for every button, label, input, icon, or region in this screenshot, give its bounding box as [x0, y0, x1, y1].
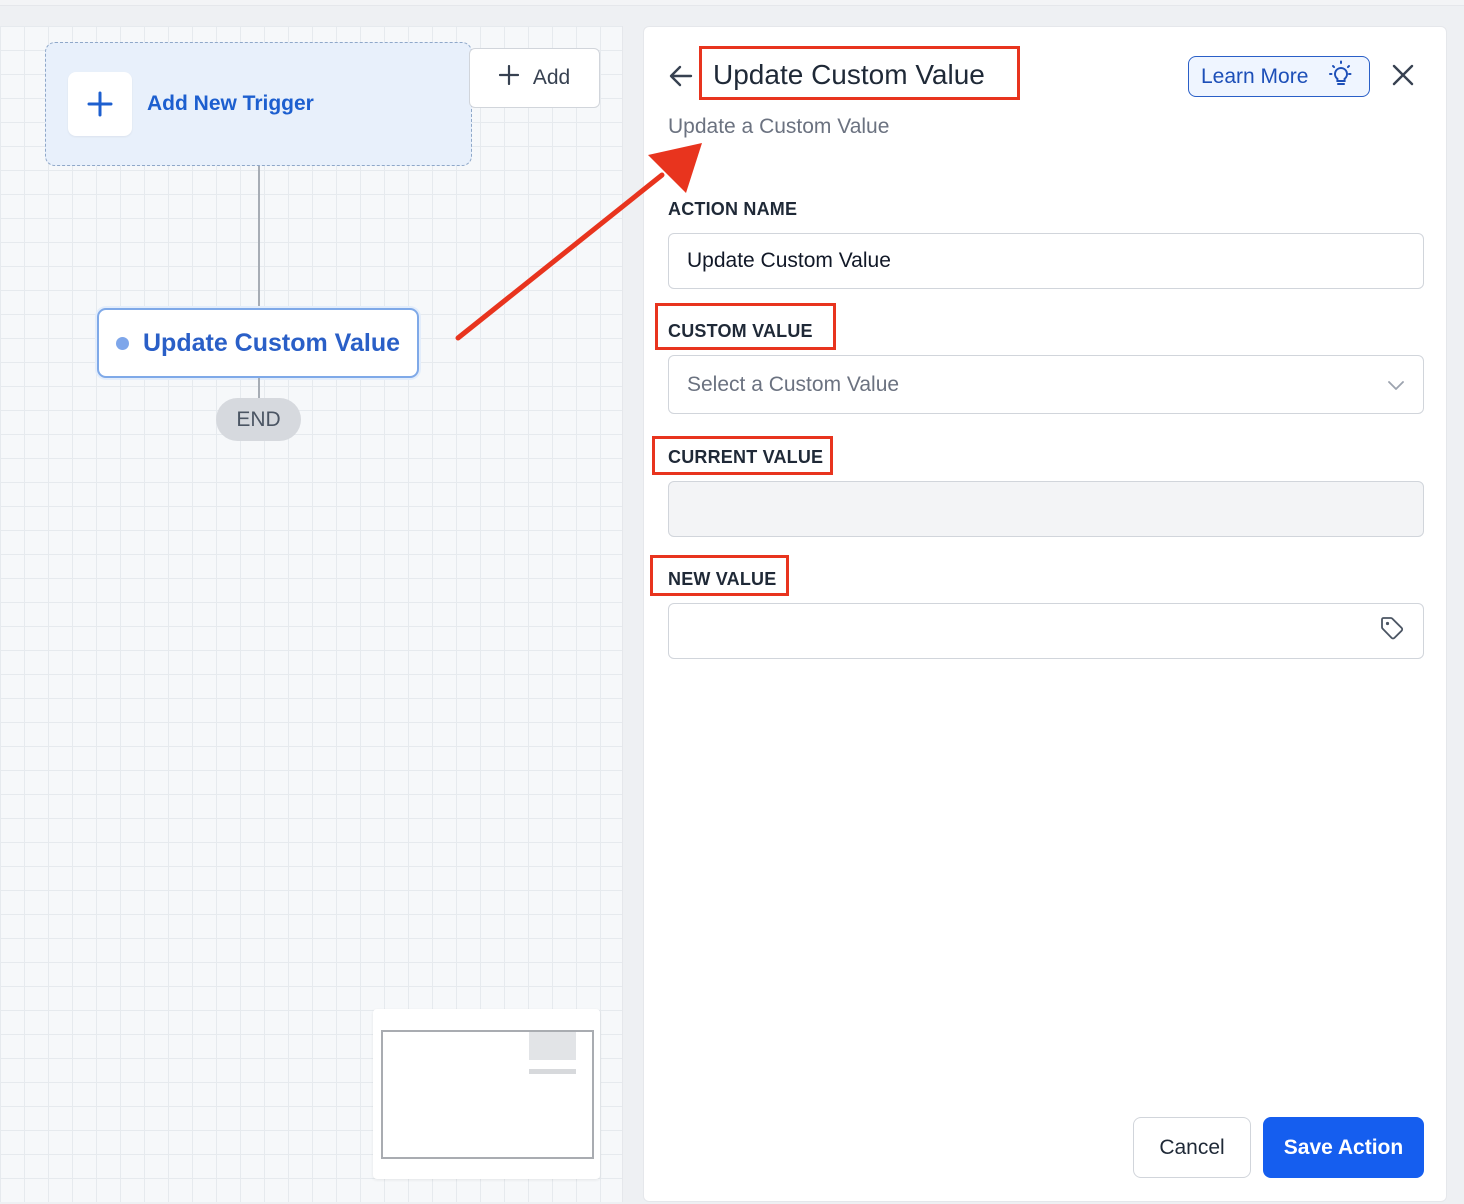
current-value-field [668, 481, 1424, 537]
back-arrow-icon[interactable] [668, 63, 694, 89]
learn-more-button[interactable]: Learn More [1188, 56, 1370, 97]
action-node-label: Update Custom Value [143, 328, 400, 357]
custom-value-placeholder: Select a Custom Value [687, 372, 900, 396]
cancel-button[interactable]: Cancel [1133, 1117, 1251, 1178]
tag-icon[interactable] [1379, 615, 1405, 647]
chevron-down-icon [1387, 373, 1405, 397]
add-button[interactable]: Add [469, 48, 600, 108]
add-new-trigger-label: Add New Trigger [147, 92, 314, 115]
minimap-node [529, 1069, 576, 1074]
new-value-label: NEW VALUE [668, 569, 777, 589]
node-status-dot [116, 336, 129, 350]
new-value-input[interactable] [668, 603, 1424, 659]
custom-value-label: CUSTOM VALUE [668, 321, 813, 341]
end-node: END [216, 398, 301, 441]
minimap[interactable] [373, 1009, 600, 1179]
panel-subtitle: Update a Custom Value [668, 115, 890, 138]
action-node-update-custom-value[interactable]: Update Custom Value [97, 308, 419, 378]
action-side-panel: Update Custom Value Learn More Update a … [643, 26, 1447, 1202]
add-new-trigger-card[interactable]: Add New Trigger [45, 42, 472, 166]
plus-icon [68, 72, 132, 136]
action-name-value: Update Custom Value [687, 249, 891, 272]
connector-line [258, 378, 260, 398]
minimap-node [529, 1032, 576, 1060]
lightbulb-icon [1327, 60, 1355, 94]
custom-value-select[interactable]: Select a Custom Value [668, 355, 1424, 414]
plus-icon [498, 64, 519, 91]
connector-line [258, 166, 260, 308]
action-name-input[interactable]: Update Custom Value [668, 233, 1424, 289]
top-strip [0, 0, 1464, 6]
learn-more-label: Learn More [1201, 64, 1309, 88]
close-icon[interactable] [1392, 64, 1414, 86]
panel-title: Update Custom Value [713, 59, 985, 90]
action-name-label: ACTION NAME [668, 199, 798, 219]
save-action-button[interactable]: Save Action [1263, 1117, 1424, 1178]
current-value-label: CURRENT VALUE [668, 447, 824, 467]
workflow-canvas[interactable]: Add New Trigger Add Update Custom Value … [0, 26, 623, 1202]
add-button-label: Add [532, 66, 571, 89]
